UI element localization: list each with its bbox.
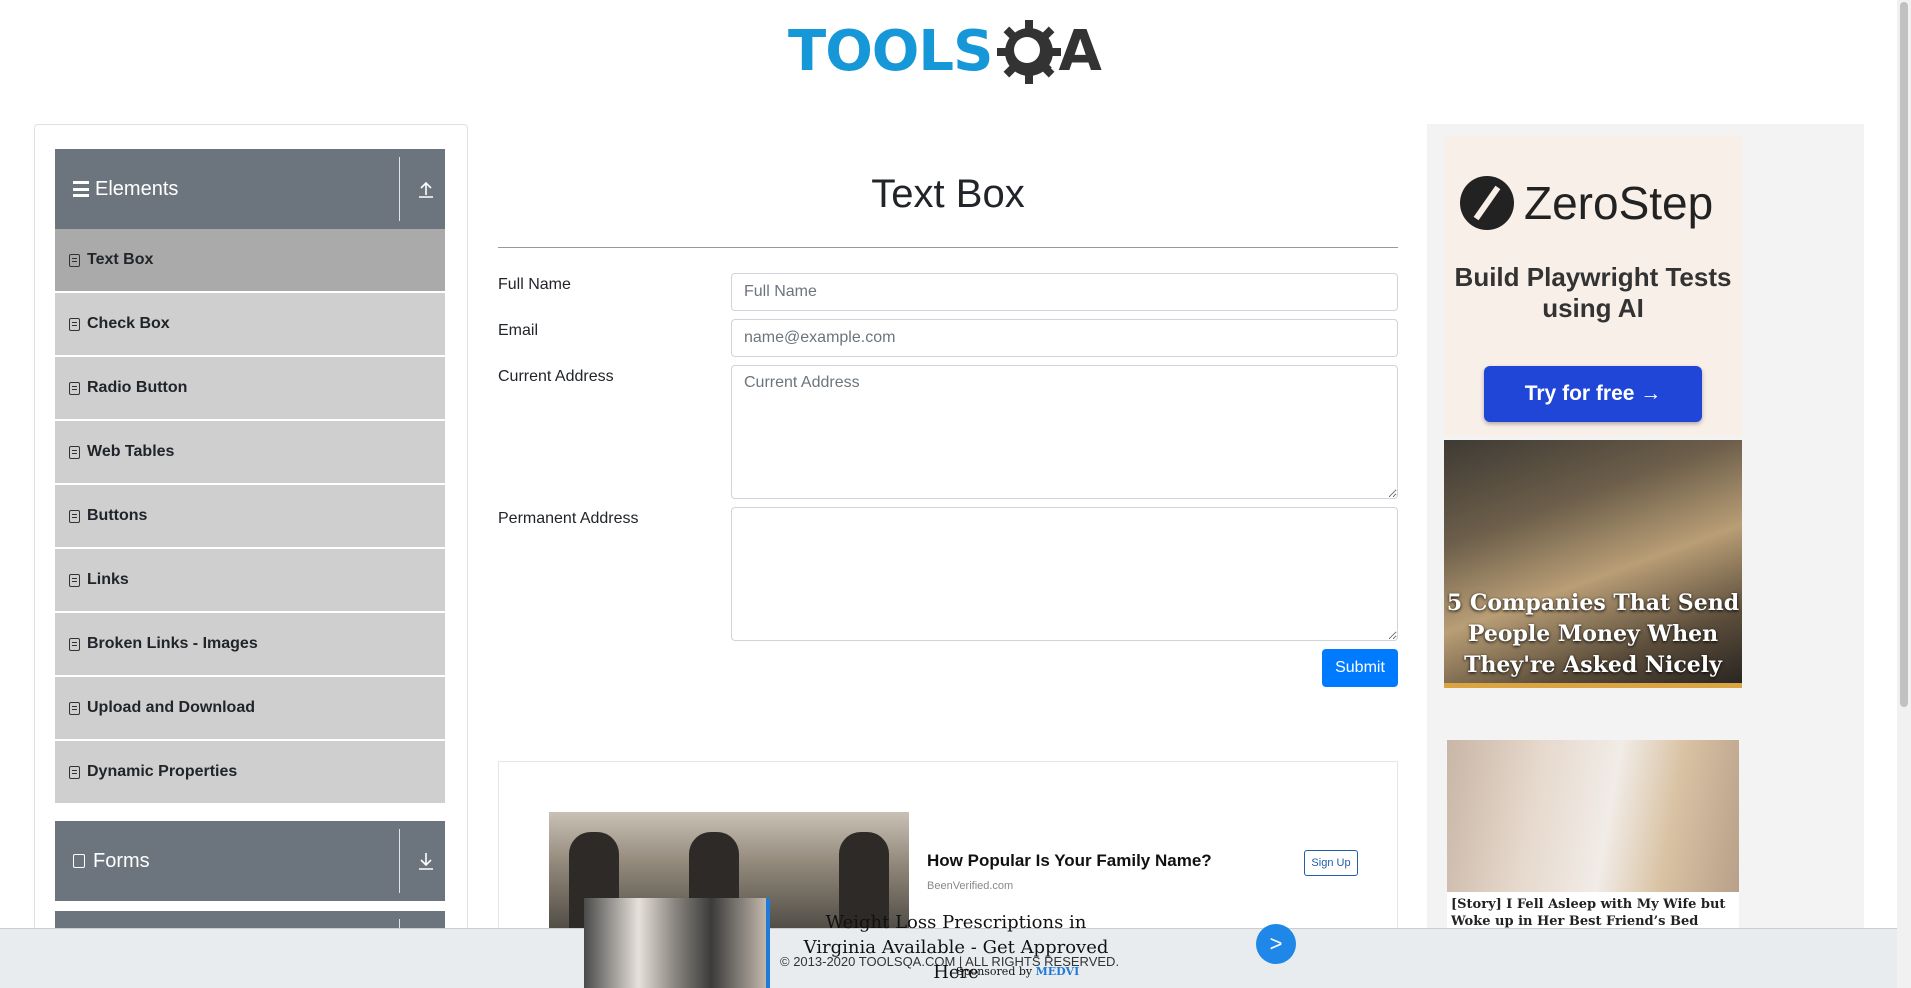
money-ad-text: 5 Companies That Send People Money When … — [1446, 590, 1740, 678]
sidebar-item-upload-download[interactable]: Upload and Download — [55, 677, 445, 739]
full-name-input[interactable] — [731, 273, 1398, 311]
left-sidebar: Elements Text Box Check Box Radio Button… — [34, 124, 468, 988]
sponsor-prefix: Sponsored by — [956, 965, 1033, 978]
document-icon — [69, 381, 80, 395]
story-ad-photo — [1447, 740, 1739, 892]
submit-button[interactable]: Submit — [1322, 649, 1398, 687]
full-name-label: Full Name — [498, 276, 571, 293]
sidebar-item-dynamic-properties[interactable]: Dynamic Properties — [55, 741, 445, 803]
sidebar-item-web-tables[interactable]: Web Tables — [55, 421, 445, 483]
email-input[interactable] — [731, 319, 1398, 357]
inline-ad-source: BeenVerified.com — [927, 880, 1014, 892]
sidebar-item-label: Broken Links - Images — [87, 635, 258, 652]
group-divider — [399, 829, 400, 893]
zerostep-ad[interactable]: ZeroStep Build Playwright Tests using AI… — [1444, 136, 1742, 436]
bottom-ad-image — [584, 898, 770, 988]
group-label-elements: Elements — [95, 177, 179, 200]
zerostep-logo: ZeroStep — [1460, 176, 1713, 230]
page: TOOLS A Elements Text Box Check Box Radi… — [0, 0, 1911, 988]
inline-ad-signup-button[interactable]: Sign Up — [1304, 850, 1358, 876]
document-icon — [69, 317, 80, 331]
document-icon — [69, 765, 80, 779]
hamburger-icon — [73, 181, 89, 197]
zerostep-tagline: Build Playwright Tests using AI — [1454, 262, 1732, 323]
scrollbar-thumb[interactable] — [1900, 2, 1908, 707]
document-icon — [69, 637, 80, 651]
email-label: Email — [498, 322, 539, 339]
zerostep-mark-icon — [1460, 176, 1514, 230]
group-divider — [399, 157, 400, 221]
right-ad-column: ZeroStep Build Playwright Tests using AI… — [1427, 124, 1864, 988]
title-divider — [498, 247, 1398, 248]
document-icon — [69, 573, 80, 587]
sidebar-item-label: Links — [87, 571, 129, 588]
page-scrollbar[interactable] — [1897, 0, 1911, 988]
current-address-textarea[interactable] — [731, 365, 1398, 499]
story-ad-text: [Story] I Fell Asleep with My Wife but W… — [1451, 897, 1726, 929]
permanent-address-label: Permanent Address — [498, 510, 639, 527]
expand-arrow-icon — [419, 853, 433, 870]
document-icon — [69, 253, 80, 267]
document-icon — [73, 854, 85, 868]
group-header-forms[interactable]: Forms — [55, 821, 445, 901]
permanent-address-textarea[interactable] — [731, 507, 1398, 641]
logo-a-text: A — [1058, 19, 1102, 84]
document-icon — [69, 509, 80, 523]
bottom-sticky-ad[interactable]: Weight Loss Prescriptions in Virginia Av… — [584, 898, 1296, 988]
sidebar-item-buttons[interactable]: Buttons — [55, 485, 445, 547]
document-icon — [69, 701, 80, 715]
sidebar-item-label: Radio Button — [87, 379, 188, 396]
sidebar-item-label: Buttons — [87, 507, 148, 524]
gear-icon — [997, 20, 1062, 84]
zerostep-try-button[interactable]: Try for free → — [1484, 366, 1702, 422]
sidebar-item-links[interactable]: Links — [55, 549, 445, 611]
toolsqa-logo[interactable]: TOOLS A — [788, 14, 1114, 90]
sidebar-item-radio-button[interactable]: Radio Button — [55, 357, 445, 419]
sidebar-item-label: Web Tables — [87, 443, 175, 460]
sponsor-name: MEDVI — [1035, 965, 1080, 978]
bottom-ad-next-button[interactable]: > — [1256, 924, 1296, 964]
sidebar-item-text-box[interactable]: Text Box — [55, 229, 445, 291]
document-icon — [69, 445, 80, 459]
logo-tools-text: TOOLS — [788, 19, 993, 84]
page-title: Text Box — [871, 172, 1025, 216]
group-header-elements[interactable]: Elements — [55, 149, 445, 229]
bottom-ad-sponsor: Sponsored by MEDVI — [956, 965, 1079, 978]
collapse-arrow-icon — [419, 181, 433, 198]
elements-menu-list: Text Box Check Box Radio Button Web Tabl… — [55, 229, 445, 805]
money-ad[interactable]: 5 Companies That Send People Money When … — [1444, 440, 1742, 688]
sidebar-item-label: Upload and Download — [87, 699, 255, 716]
current-address-label: Current Address — [498, 368, 614, 385]
sidebar-item-label: Check Box — [87, 315, 170, 332]
sidebar-item-broken-links[interactable]: Broken Links - Images — [55, 613, 445, 675]
sidebar-item-label: Dynamic Properties — [87, 763, 238, 780]
zerostep-name: ZeroStep — [1524, 177, 1714, 229]
group-label-forms: Forms — [93, 849, 150, 872]
sidebar-item-check-box[interactable]: Check Box — [55, 293, 445, 355]
inline-ad-headline[interactable]: How Popular Is Your Family Name? — [927, 851, 1212, 871]
sidebar-item-label: Text Box — [87, 251, 154, 268]
